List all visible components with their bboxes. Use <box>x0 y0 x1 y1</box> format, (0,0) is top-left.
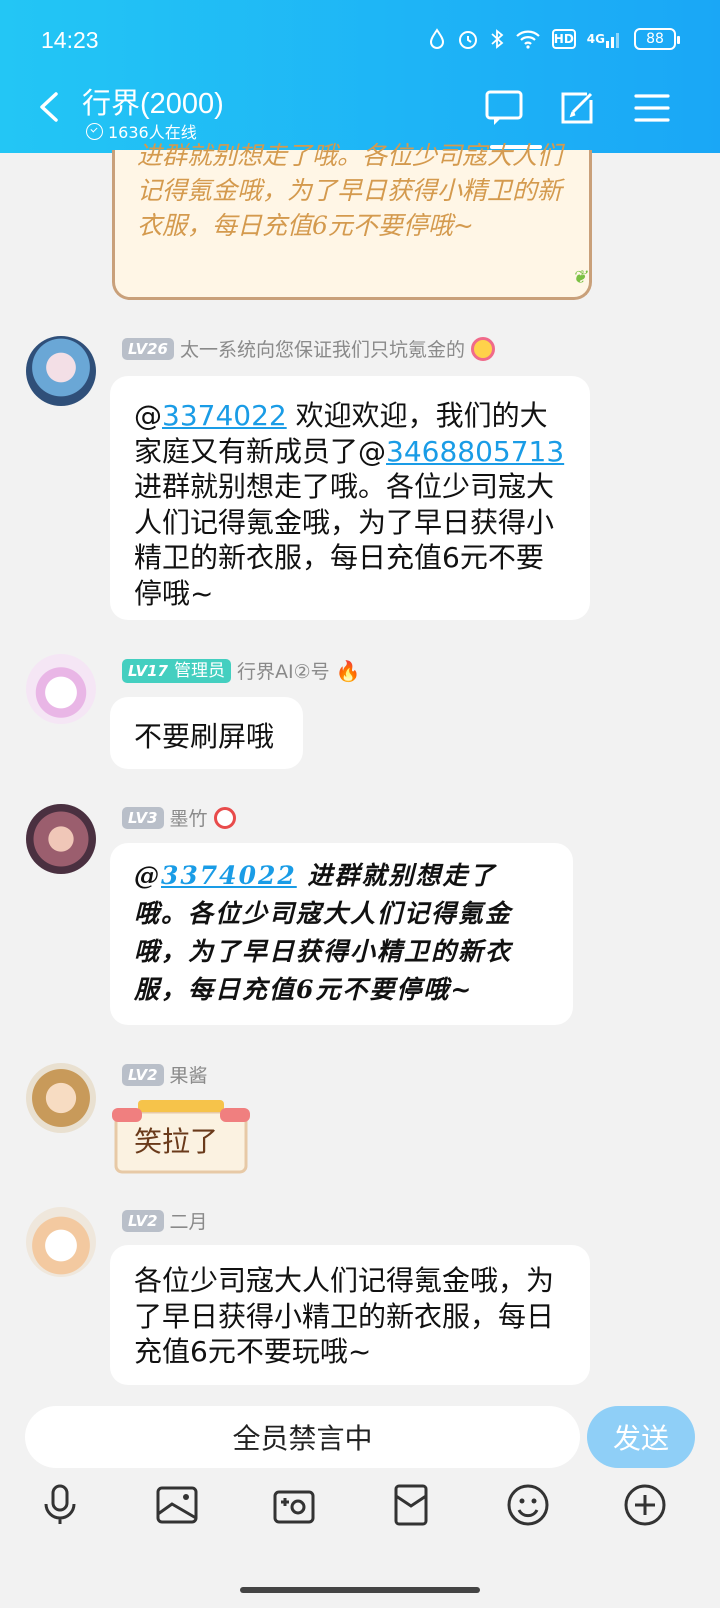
mention-link[interactable]: 3374022 <box>161 861 297 890</box>
text-segment: @ <box>134 861 161 890</box>
admin-badge: LV17 管理员 <box>122 658 231 683</box>
sender-meta: LV2 果酱 <box>122 1061 208 1088</box>
sender-name[interactable]: 墨竹 <box>170 804 208 831</box>
mention-link[interactable]: 3374022 <box>162 399 287 432</box>
menu-icon[interactable] <box>632 88 672 128</box>
camera-icon[interactable] <box>271 1482 317 1528</box>
sticker-message[interactable]: 笑拉了 <box>110 1098 252 1178</box>
top-message-text: 进群就别想走了哦。各位少司寇大人们记得氪金哦，为了早日获得小精卫的新衣服，每日充… <box>137 141 563 240</box>
sender-name[interactable]: 二月 <box>170 1207 208 1234</box>
level-badge: LV2 <box>122 1209 164 1232</box>
input-bar: 全员禁言中 发送 <box>0 1388 720 1608</box>
level-badge: LV2 <box>122 1063 164 1086</box>
fire-icon: 🔥 <box>335 658 361 683</box>
message-text: 不要刷屏哦 <box>134 720 275 753</box>
online-check-icon <box>86 122 103 140</box>
battery-icon: 88 <box>634 28 680 50</box>
back-arrow-icon[interactable] <box>36 92 62 122</box>
role-label: 管理员 <box>173 660 225 681</box>
sender-meta: LV26 太一系统向您保证我们只坑氪金的 <box>122 335 495 362</box>
avatar[interactable] <box>26 804 96 874</box>
message-bubble[interactable]: 不要刷屏哦 <box>110 697 303 769</box>
edit-icon[interactable] <box>557 88 597 128</box>
level-badge: LV3 <box>122 806 164 829</box>
home-indicator[interactable] <box>240 1587 480 1593</box>
top-header: 14:23 HD 4G 88 行界(2000) 1636人在线 <box>0 0 720 153</box>
microphone-icon[interactable] <box>37 1482 83 1528</box>
clown-emoji-icon <box>213 806 236 829</box>
group-title[interactable]: 行界(2000) <box>82 80 224 122</box>
level-badge: LV17 <box>128 661 168 680</box>
status-icons: HD 4G 88 <box>428 26 680 52</box>
signal-icon: 4G <box>587 26 623 52</box>
wifi-icon <box>515 26 541 52</box>
emoji-icon[interactable] <box>505 1482 551 1528</box>
image-icon[interactable] <box>154 1482 200 1528</box>
mention-link[interactable]: 3468805713 <box>386 435 564 468</box>
avatar[interactable] <box>26 1207 96 1277</box>
plus-icon[interactable] <box>622 1482 668 1528</box>
top-styled-message[interactable]: 进群就别想走了哦。各位少司寇大人们记得氪金哦，为了早日获得小精卫的新衣服，每日充… <box>112 141 592 300</box>
alarm-icon <box>457 26 479 52</box>
smile-emoji-icon <box>471 336 495 361</box>
hd-badge: HD <box>551 29 576 49</box>
red-packet-icon[interactable] <box>388 1482 434 1528</box>
chat-icon[interactable] <box>484 88 524 128</box>
text-segment: 进群就别想走了哦。各位少司寇大人们记得氪金哦，为了早日获得小精卫的新衣服，每日充… <box>134 470 555 610</box>
message-bubble[interactable]: @3374022 欢迎欢迎，我们的大家庭又有新成员了@3468805713进群就… <box>110 376 590 620</box>
drop-icon <box>428 26 446 52</box>
send-button[interactable]: 发送 <box>587 1406 695 1468</box>
sticker-text: 笑拉了 <box>134 1125 219 1158</box>
sender-name[interactable]: 行界AI②号 <box>237 657 330 684</box>
send-label: 发送 <box>612 1422 669 1455</box>
avatar[interactable] <box>26 654 96 724</box>
muted-status: 全员禁言中 <box>232 1422 373 1455</box>
sender-name[interactable]: 太一系统向您保证我们只坑氪金的 <box>180 335 465 362</box>
text-segment: @ <box>134 399 162 432</box>
status-time: 14:23 <box>41 27 99 53</box>
network-type: 4G <box>586 32 605 46</box>
message-input[interactable]: 全员禁言中 <box>25 1406 580 1468</box>
message-bubble[interactable]: @3374022 进群就别想走了哦。各位少司寇大人们记得氪金哦，为了早日获得小精… <box>110 843 573 1025</box>
leaf-icon: ❦ <box>571 267 587 288</box>
sender-meta: LV2 二月 <box>122 1207 208 1234</box>
avatar[interactable] <box>26 336 96 406</box>
sender-name[interactable]: 果酱 <box>170 1061 208 1088</box>
message-text: 各位少司寇大人们记得氪金哦，为了早日获得小精卫的新衣服，每日充值6元不要玩哦~ <box>134 1264 555 1368</box>
message-bubble[interactable]: 各位少司寇大人们记得氪金哦，为了早日获得小精卫的新衣服，每日充值6元不要玩哦~ <box>110 1245 590 1385</box>
level-badge: LV26 <box>122 337 174 360</box>
avatar[interactable] <box>26 1063 96 1133</box>
sender-meta: LV17 管理员 行界AI②号 🔥 <box>122 657 361 684</box>
bluetooth-icon <box>490 26 504 52</box>
sender-meta: LV3 墨竹 <box>122 804 236 831</box>
